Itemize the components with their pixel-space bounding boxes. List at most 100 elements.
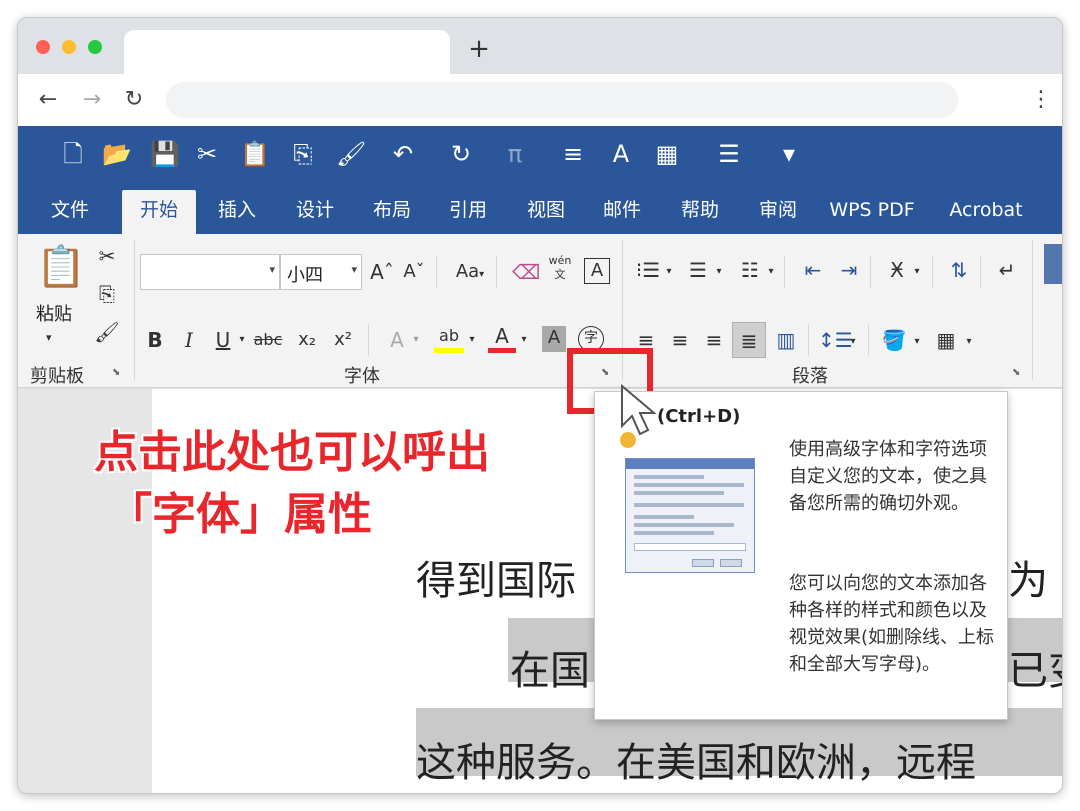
strikethrough-button[interactable]: abc [250,328,286,352]
distributed-icon[interactable]: ▥ [772,328,800,352]
character-shading-button[interactable]: A [542,326,566,352]
reload-icon[interactable]: ↻ [120,86,148,114]
separator [980,256,981,288]
separator [368,324,369,356]
align-right-icon[interactable]: ≡ [700,328,728,352]
tab-4[interactable]: 布局 [360,190,424,234]
save-icon[interactable]: 💾 [150,140,180,168]
shading-icon[interactable]: 🪣 [880,328,908,352]
new-tab-button[interactable]: + [466,36,492,62]
font-name-combo[interactable]: ▾ [140,254,280,290]
highlight-button[interactable]: ab [434,324,464,353]
paste-icon[interactable]: 📋 [36,242,86,292]
underline-button[interactable]: U [212,328,234,352]
customize-icon[interactable]: ▾ [774,140,804,168]
shrink-font-icon[interactable]: Aˇ [402,260,426,284]
font-size-combo[interactable]: 小四 ▾ [280,254,362,290]
tab-1[interactable]: 开始 [122,190,196,234]
align-icon[interactable]: ≡ [558,140,588,168]
sort-icon[interactable]: ⇅ [944,258,974,282]
justify-icon[interactable]: ≣ [732,322,766,358]
styles-icon[interactable] [1044,244,1062,284]
multilevel-dropdown-icon[interactable]: ▾ [766,260,776,284]
shading-dropdown-icon[interactable]: ▾ [912,330,922,354]
paragraph-launcher-icon[interactable]: ⬊ [1012,366,1026,380]
format-painter-icon[interactable]: 🖌 [336,140,366,168]
chinese-layout-icon[interactable]: Ӿ [882,258,912,282]
dialog-preview-row [634,483,744,487]
new-doc-icon[interactable]: 🗋 [58,140,88,168]
cut-icon[interactable]: ✂ [94,244,120,268]
text-effects-icon[interactable]: A [384,328,410,352]
highlight-dropdown-icon[interactable]: ▾ [466,328,478,352]
tab-2[interactable]: 插入 [204,190,270,234]
increase-indent-icon[interactable]: ⇥ [834,258,864,282]
phonetic-guide-button[interactable]: wén 文 [544,254,576,282]
clear-formatting-icon[interactable]: ⌫ [512,260,540,284]
paste-dropdown-icon[interactable]: ▾ [46,326,52,350]
table-icon[interactable]: ▦ [652,140,682,168]
tab-7[interactable]: 邮件 [590,190,654,234]
separator [868,324,869,356]
minimize-window-button[interactable] [62,40,76,54]
clipboard-group-name: 剪贴板 [30,366,84,387]
tab-6[interactable]: 视图 [514,190,578,234]
bullets-dropdown-icon[interactable]: ▾ [664,260,674,284]
underline-dropdown-icon[interactable]: ▾ [236,328,248,352]
superscript-button[interactable]: x² [330,328,356,352]
document-icon[interactable]: ☰ [714,140,744,168]
grow-font-icon[interactable]: Aˆ [370,260,394,284]
font-color-button[interactable]: A [488,324,516,353]
text-effects-dropdown-icon[interactable]: ▾ [410,328,422,352]
group-separator [1032,240,1033,380]
format-painter-icon[interactable]: 🖌 [94,320,120,344]
multilevel-list-icon[interactable]: ☷ [734,258,766,282]
subscript-button[interactable]: x₂ [294,328,320,352]
back-icon[interactable]: ← [34,86,62,114]
browser-menu-icon[interactable]: ⋮ [1030,86,1052,114]
paragraph-group-name: 段落 [792,366,828,387]
show-marks-icon[interactable]: ↵ [992,258,1022,282]
clipboard-launcher-icon[interactable]: ⬊ [112,366,126,380]
tab-10[interactable]: WPS PDF [820,190,924,234]
tab-5[interactable]: 引用 [436,190,500,234]
undo-icon[interactable]: ↶ [388,140,418,168]
borders-icon[interactable]: ▦ [932,328,960,352]
tab-8[interactable]: 帮助 [668,190,732,234]
decrease-indent-icon[interactable]: ⇤ [798,258,828,282]
bullets-icon[interactable]: ⁝☰ [632,258,664,282]
font-color-dropdown-icon[interactable]: ▾ [518,328,530,352]
copy-icon[interactable]: ⎘ [94,282,120,306]
character-border-icon[interactable]: A [584,258,610,284]
spelling-icon[interactable]: A [606,140,636,168]
tab-9[interactable]: 审阅 [746,190,810,234]
browser-tab[interactable] [124,30,450,76]
maximize-window-button[interactable] [88,40,102,54]
cut-icon[interactable]: ✂ [192,140,222,168]
close-window-button[interactable] [36,40,50,54]
equation-icon[interactable]: π [500,140,530,168]
open-folder-icon[interactable]: 📂 [102,140,132,168]
line-spacing-dropdown-icon[interactable]: ▾ [848,330,858,354]
paste-icon[interactable]: 📋 [240,140,270,168]
numbering-dropdown-icon[interactable]: ▾ [714,260,724,284]
align-center-icon[interactable]: ≡ [666,328,694,352]
copy-icon[interactable]: ⎘ [288,140,318,168]
change-case-button[interactable]: Aa▾ [448,260,492,287]
italic-button[interactable]: I [178,328,200,352]
dialog-preview-row [634,543,746,551]
forward-icon[interactable]: → [78,86,106,114]
chinese-layout-dropdown-icon[interactable]: ▾ [912,260,922,284]
paste-button[interactable]: 粘贴 [36,300,72,326]
bold-button[interactable]: B [144,328,166,352]
redo-icon[interactable]: ↻ [446,140,476,168]
address-bar[interactable] [166,82,958,118]
tab-11[interactable]: Acrobat [940,190,1032,234]
separator [496,256,497,288]
borders-dropdown-icon[interactable]: ▾ [964,330,974,354]
line-spacing-icon[interactable]: ↕☰ [818,328,853,352]
tab-3[interactable]: 设计 [282,190,348,234]
tab-0[interactable]: 文件 [36,190,104,234]
numbering-icon[interactable]: ☰ [682,258,714,282]
dialog-preview-row [634,523,734,527]
